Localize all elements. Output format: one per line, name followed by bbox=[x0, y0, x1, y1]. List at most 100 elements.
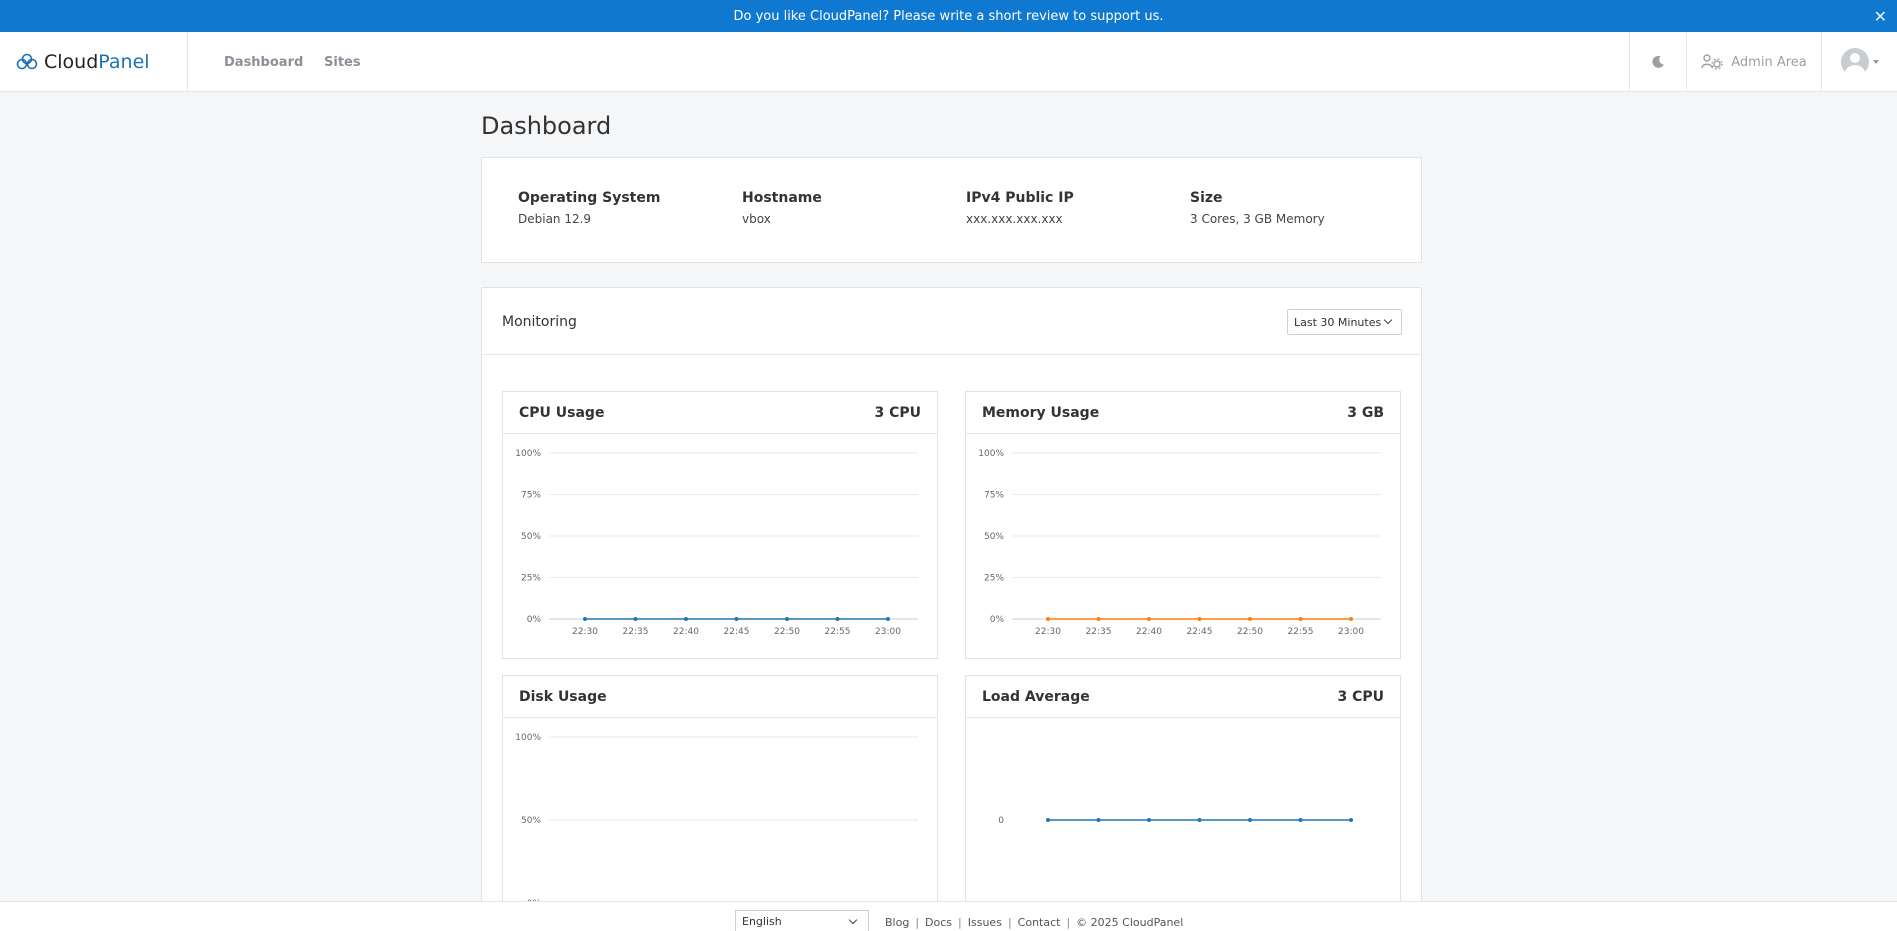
y-tick-label: 50% bbox=[521, 816, 541, 826]
cpu-usage-chart-card: CPU Usage 3 CPU 0% 25% 50% 75% 100% 22:30 22:3… bbox=[502, 391, 938, 659]
footer-link-contact[interactable]: Contact bbox=[1018, 916, 1061, 929]
x-tick-label: 22:55 bbox=[825, 627, 851, 637]
x-tick-label: 22:55 bbox=[1288, 627, 1314, 637]
server-info-card: Operating System Debian 12.9 Hostname vb… bbox=[481, 157, 1422, 263]
x-tick-label: 22:35 bbox=[1086, 627, 1112, 637]
y-tick-label: 100% bbox=[978, 449, 1004, 459]
nav-divider bbox=[187, 32, 188, 92]
chevron-down-icon bbox=[1383, 315, 1393, 325]
data-point bbox=[633, 617, 638, 621]
chart-header: Memory Usage 3 GB bbox=[966, 392, 1400, 434]
data-point bbox=[1349, 818, 1353, 822]
footer: English Blog | Docs | Issues | Contact |… bbox=[0, 901, 1897, 931]
x-tick-label: 22:45 bbox=[1187, 627, 1213, 637]
footer-link-docs[interactable]: Docs bbox=[925, 916, 952, 929]
footer-separator: | bbox=[915, 916, 920, 929]
chart-header: CPU Usage 3 CPU bbox=[503, 392, 937, 434]
language-select[interactable]: English bbox=[735, 910, 869, 931]
monitoring-header: Monitoring Last 30 Minutes bbox=[482, 288, 1421, 355]
load-average-chart: 022:3022:3522:4022:4522:5022:5523:00 bbox=[998, 816, 1381, 921]
x-tick-label: 22:40 bbox=[1136, 627, 1162, 637]
data-point bbox=[1197, 617, 1202, 621]
cpu-usage-chart: 0% 25% 50% 75% 100% 22:30 22:35 22:40 22:45 22:50… bbox=[515, 449, 918, 637]
y-tick-label: 50% bbox=[984, 532, 1004, 542]
footer-separator: | bbox=[1007, 916, 1012, 929]
monitoring-card: Monitoring Last 30 Minutes CPU Usage 3 C… bbox=[481, 287, 1422, 927]
data-point bbox=[1298, 617, 1303, 621]
x-tick-label: 23:00 bbox=[875, 627, 901, 637]
info-label: Hostname bbox=[742, 190, 822, 206]
info-label: IPv4 Public IP bbox=[966, 190, 1074, 206]
chart-title: Disk Usage bbox=[519, 689, 607, 705]
chart-header: Disk Usage bbox=[503, 676, 937, 718]
y-tick-label: 75% bbox=[521, 491, 541, 501]
x-tick-label: 22:30 bbox=[1035, 627, 1061, 637]
y-tick-label: 25% bbox=[984, 574, 1004, 584]
load-average-chart-card: Load Average 3 CPU 022:3022:3522:4022:45… bbox=[965, 675, 1401, 926]
memory-usage-chart-card: Memory Usage 3 GB 0% 25% 50% 75% 100% 22:30 22… bbox=[965, 391, 1401, 659]
y-tick-label: 50% bbox=[521, 532, 541, 542]
data-point bbox=[1096, 818, 1101, 822]
time-range-select[interactable]: Last 30 Minutes bbox=[1287, 309, 1402, 335]
info-value: Debian 12.9 bbox=[518, 212, 592, 226]
info-label: Operating System bbox=[518, 190, 661, 206]
info-ipv4: IPv4 Public IP xxx.xxx.xxx.xxx bbox=[966, 190, 1074, 226]
admin-area-label: Admin Area bbox=[1731, 54, 1807, 70]
footer-link-issues[interactable]: Issues bbox=[968, 916, 1002, 929]
review-banner: Do you like CloudPanel? Please write a s… bbox=[0, 0, 1897, 32]
data-point bbox=[684, 617, 688, 621]
footer-separator: | bbox=[958, 916, 962, 929]
nav-sites[interactable]: Sites bbox=[324, 32, 361, 92]
close-icon[interactable]: ✕ bbox=[1874, 7, 1887, 26]
x-tick-label: 22:50 bbox=[774, 627, 800, 637]
chart-meta: 3 CPU bbox=[1337, 689, 1384, 705]
nav-dashboard[interactable]: Dashboard bbox=[224, 32, 303, 92]
chart-title: Load Average bbox=[982, 689, 1090, 705]
users-gear-icon bbox=[1701, 54, 1723, 70]
x-tick-label: 23:00 bbox=[1338, 627, 1364, 637]
data-point bbox=[1096, 617, 1101, 621]
y-tick-label: 0% bbox=[527, 615, 542, 625]
top-navbar: Cloud Panel Dashboard Sites Admin Area bbox=[0, 32, 1897, 92]
x-tick-label: 22:50 bbox=[1237, 627, 1263, 637]
user-menu[interactable] bbox=[1822, 32, 1897, 92]
data-point bbox=[785, 617, 789, 621]
y-tick-label: 75% bbox=[984, 491, 1004, 501]
info-value: xxx.xxx.xxx.xxx bbox=[966, 212, 1063, 226]
brand-name-part2: Panel bbox=[98, 51, 150, 73]
x-tick-label: 22:35 bbox=[623, 627, 649, 637]
footer-copyright: © 2025 CloudPanel bbox=[1076, 916, 1184, 929]
data-point bbox=[583, 617, 587, 621]
y-tick-label: 0% bbox=[990, 615, 1005, 625]
chart-header: Load Average 3 CPU bbox=[966, 676, 1400, 718]
footer-links: Blog | Docs | Issues | Contact | © 2025 … bbox=[885, 916, 1183, 929]
cloud-icon bbox=[16, 53, 38, 70]
page-title: Dashboard bbox=[481, 112, 612, 140]
footer-separator: | bbox=[1066, 916, 1071, 929]
data-point bbox=[886, 617, 890, 621]
disk-usage-chart-card: Disk Usage 0%50%100%22:3022:3522:4022:45… bbox=[502, 675, 938, 926]
disk-usage-chart: 0%50%100%22:3022:3522:4022:4522:5022:552… bbox=[515, 733, 918, 921]
data-point bbox=[1248, 818, 1252, 822]
brand-logo[interactable]: Cloud Panel bbox=[16, 32, 150, 92]
footer-link-blog[interactable]: Blog bbox=[885, 916, 909, 929]
data-point bbox=[1197, 818, 1202, 822]
data-point bbox=[835, 617, 840, 621]
info-label: Size bbox=[1190, 190, 1223, 206]
admin-area-link[interactable]: Admin Area bbox=[1686, 32, 1822, 92]
x-tick-label: 22:45 bbox=[724, 627, 750, 637]
language-value: English bbox=[742, 915, 782, 928]
data-point bbox=[1349, 617, 1353, 621]
chart-title: Memory Usage bbox=[982, 405, 1100, 421]
chevron-down-icon bbox=[1872, 60, 1879, 64]
banner-text[interactable]: Do you like CloudPanel? Please write a s… bbox=[733, 9, 1163, 24]
theme-toggle-button[interactable] bbox=[1630, 32, 1686, 92]
moon-icon bbox=[1652, 55, 1664, 68]
data-point bbox=[1046, 818, 1050, 822]
chart-meta: 3 GB bbox=[1347, 405, 1384, 421]
monitoring-title: Monitoring bbox=[502, 314, 577, 330]
x-tick-label: 22:30 bbox=[572, 627, 598, 637]
data-point bbox=[1147, 818, 1151, 822]
y-tick-label: 100% bbox=[515, 733, 541, 743]
data-point bbox=[1046, 617, 1050, 621]
